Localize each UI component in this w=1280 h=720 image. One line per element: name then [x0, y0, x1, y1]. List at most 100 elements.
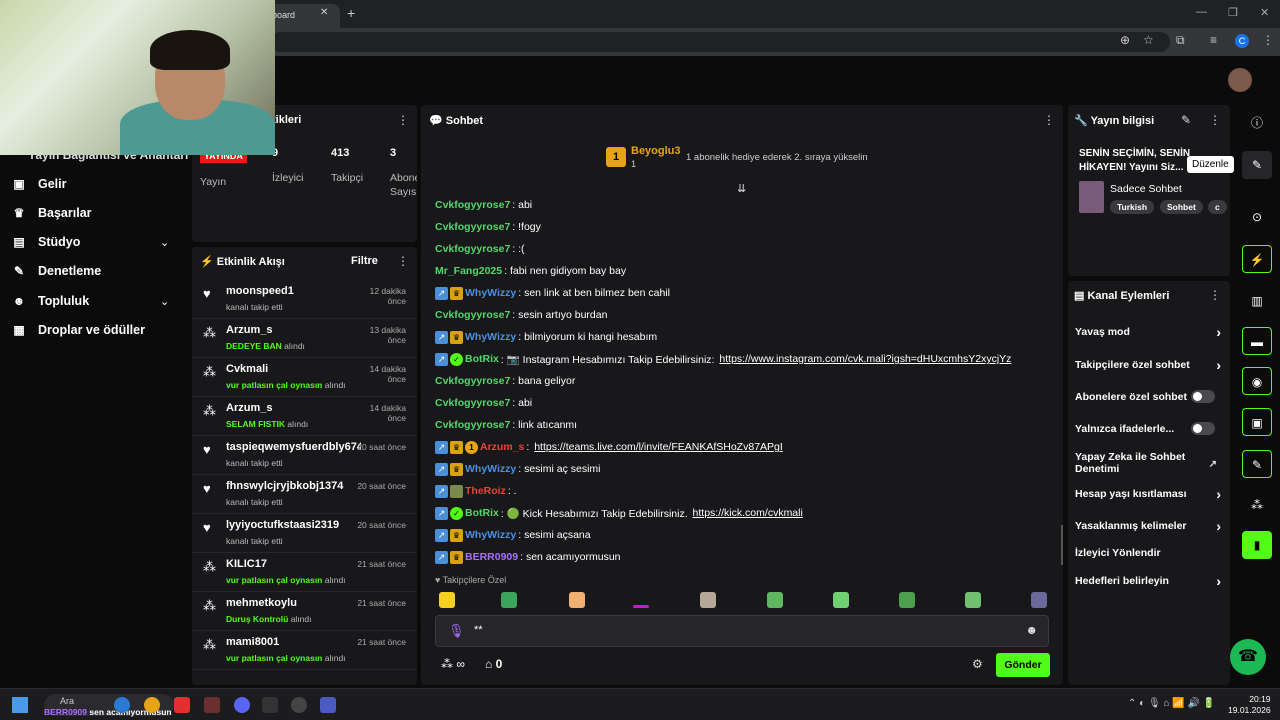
- channel-action-item[interactable]: Abonelere özel sohbet: [1075, 390, 1223, 403]
- store-button[interactable]: ⌂ 0: [485, 657, 502, 671]
- channel-action-item[interactable]: Takipçilere özel sohbet ›: [1075, 357, 1223, 373]
- system-tray[interactable]: ⌃ ◐ 🎙 ⌂ 📶 🔊 🔋: [1128, 698, 1215, 709]
- maximize-button[interactable]: ❐: [1228, 6, 1238, 19]
- toggle-switch[interactable]: [1191, 422, 1215, 435]
- channel-action-item[interactable]: Yalnızca ifadelerle...: [1075, 422, 1223, 435]
- zoom-icon[interactable]: ⊕: [1120, 33, 1130, 47]
- minimize-button[interactable]: —: [1196, 6, 1207, 18]
- channel-action-item[interactable]: İzleyici Yönlendir: [1075, 547, 1223, 559]
- emote[interactable]: [439, 592, 455, 608]
- send-button[interactable]: Gönder: [996, 653, 1050, 677]
- emote[interactable]: [767, 592, 783, 608]
- emote[interactable]: [633, 605, 649, 608]
- camera-icon[interactable]: ⊙: [1242, 203, 1272, 231]
- media-icon[interactable]: ≡: [1210, 33, 1217, 47]
- browser-menu-icon[interactable]: ⋮: [1262, 33, 1274, 47]
- chat-link[interactable]: https://kick.com/cvkmali: [693, 507, 803, 519]
- chat-username[interactable]: TheRoiz: [465, 485, 506, 497]
- storage-icon[interactable]: ▣: [1242, 408, 1272, 436]
- emote[interactable]: [501, 592, 517, 608]
- scroll-to-bottom-icon[interactable]: ⇊: [737, 182, 746, 195]
- help-chat-icon[interactable]: ☎: [1230, 639, 1266, 675]
- feed-item[interactable]: ♥ fhnswylcjryjbkobj1374 20 saat önce kan…: [192, 475, 417, 514]
- chevron-down-icon[interactable]: ⌄: [160, 295, 169, 308]
- chat-username[interactable]: BotRix: [465, 507, 499, 519]
- tab-close-icon[interactable]: ✕: [320, 7, 328, 18]
- chat-icon[interactable]: ▬: [1242, 327, 1272, 355]
- new-tab-button[interactable]: +: [347, 5, 355, 21]
- emote[interactable]: [965, 592, 981, 608]
- chat-link[interactable]: https://www.instagram.com/cvk.mali?igsh=…: [719, 353, 1011, 365]
- kebab-menu-icon[interactable]: ⋮: [1043, 113, 1055, 127]
- kebab-menu-icon[interactable]: ⋮: [1209, 288, 1221, 302]
- chat-username[interactable]: Arzum_s: [480, 441, 524, 453]
- chat-scrollbar[interactable]: [1061, 525, 1063, 565]
- chevron-down-icon[interactable]: ⌄: [160, 236, 169, 249]
- chat-username[interactable]: Cvkfogyyrose7: [435, 221, 510, 233]
- feed-item[interactable]: ⁂ mehmetkoylu 21 saat önce Duruş Kontrol…: [192, 592, 417, 631]
- channel-points[interactable]: ⁂ ∞: [441, 657, 465, 671]
- feed-item[interactable]: ⁂ Arzum_s 13 dakika önce DEDEYE BAN alın…: [192, 319, 417, 358]
- obs-icon[interactable]: [291, 697, 307, 713]
- emote[interactable]: [569, 592, 585, 608]
- pencil-icon[interactable]: ✎: [1181, 113, 1191, 127]
- tag[interactable]: Sohbet: [1160, 200, 1203, 214]
- chat-username[interactable]: Mr_Fang2025: [435, 265, 502, 277]
- chat-username[interactable]: Cvkfogyyrose7: [435, 375, 510, 387]
- app-icon[interactable]: [262, 697, 278, 713]
- extensions-icon[interactable]: ⧉: [1176, 33, 1185, 48]
- teams-icon[interactable]: [320, 697, 336, 713]
- feed-item[interactable]: ♥ taspieqwemysfuerdbly6743 20 saat önce …: [192, 436, 417, 475]
- chat-username[interactable]: Cvkfogyyrose7: [435, 199, 510, 211]
- nav-item-studio[interactable]: ▤ Stüdyo: [12, 235, 80, 249]
- feed-item[interactable]: ⁂ mami8001 21 saat önce vur patlasın çal…: [192, 631, 417, 670]
- profile-avatar[interactable]: C: [1235, 34, 1249, 48]
- chat-username[interactable]: WhyWizzy: [465, 331, 516, 343]
- app-icon[interactable]: [204, 697, 220, 713]
- kick-icon[interactable]: ▮: [1242, 531, 1272, 559]
- bookmark-star-icon[interactable]: ☆: [1143, 33, 1154, 47]
- kebab-menu-icon[interactable]: ⋮: [1209, 113, 1221, 127]
- edge-icon[interactable]: [114, 697, 130, 713]
- channel-action-item[interactable]: Hesap yaşı kısıtlaması ›: [1075, 486, 1223, 502]
- microphone-icon[interactable]: 🎙: [448, 623, 465, 639]
- nav-item-revenue[interactable]: ▣ Gelir: [12, 177, 66, 191]
- channel-action-item[interactable]: Hedefleri belirleyin ›: [1075, 573, 1223, 589]
- gear-icon[interactable]: ⚙: [972, 657, 983, 671]
- chrome-icon[interactable]: [144, 697, 160, 713]
- feed-item[interactable]: ⁂ KILIC17 21 saat önce vur patlasın çal …: [192, 553, 417, 592]
- feed-item[interactable]: ⁂ Cvkmali 14 dakika önce vur patlasın ça…: [192, 358, 417, 397]
- filter-button[interactable]: Filtre: [351, 255, 378, 267]
- chat-username[interactable]: BERR0909: [465, 551, 518, 563]
- chat-username[interactable]: BotRix: [465, 353, 499, 365]
- kebab-menu-icon[interactable]: ⋮: [397, 254, 409, 268]
- chat-username[interactable]: Cvkfogyyrose7: [435, 397, 510, 409]
- emote[interactable]: [700, 592, 716, 608]
- feed-item[interactable]: ♥ lyyiyoctufkstaasi2319 20 saat önce kan…: [192, 514, 417, 553]
- document-icon[interactable]: ▥: [1242, 287, 1272, 315]
- emoji-icon[interactable]: ☻: [1025, 623, 1038, 637]
- chat-username[interactable]: Cvkfogyyrose7: [435, 419, 510, 431]
- broadcast-icon[interactable]: ◉: [1242, 367, 1272, 395]
- channel-action-item[interactable]: Yapay Zeka ile Sohbet Denetimi ↗: [1075, 451, 1223, 475]
- feed-item[interactable]: ⁂ Arzum_s 14 dakika önce SELAM FISTIK al…: [192, 397, 417, 436]
- emote[interactable]: [899, 592, 915, 608]
- points-icon[interactable]: ⁂: [1242, 491, 1272, 519]
- toggle-switch[interactable]: [1191, 390, 1215, 403]
- feed-item[interactable]: ♥ moonspeed1 12 dakika önce kanalı takip…: [192, 280, 417, 319]
- chat-username[interactable]: Cvkfogyyrose7: [435, 243, 510, 255]
- chat-link[interactable]: https://teams.live.com/l/invite/FEANKAfS…: [534, 441, 783, 453]
- emote[interactable]: [1031, 592, 1047, 608]
- app-icon[interactable]: [174, 697, 190, 713]
- tag[interactable]: c: [1208, 200, 1227, 214]
- close-window-button[interactable]: ✕: [1260, 6, 1269, 19]
- kebab-menu-icon[interactable]: ⋮: [397, 113, 409, 127]
- pencil-icon[interactable]: ✎: [1242, 151, 1272, 179]
- nav-item-moderation[interactable]: ✎ Denetleme: [12, 264, 101, 278]
- chat-username[interactable]: Cvkfogyyrose7: [435, 309, 510, 321]
- info-icon[interactable]: ⓘ: [1242, 109, 1272, 137]
- chat-input[interactable]: 🎙 ** ☻: [435, 615, 1049, 647]
- category-name[interactable]: Sadece Sohbet: [1110, 183, 1182, 195]
- nav-item-achievements[interactable]: ♛ Başarılar: [12, 206, 92, 220]
- nav-item-community[interactable]: ☻ Topluluk: [12, 294, 89, 308]
